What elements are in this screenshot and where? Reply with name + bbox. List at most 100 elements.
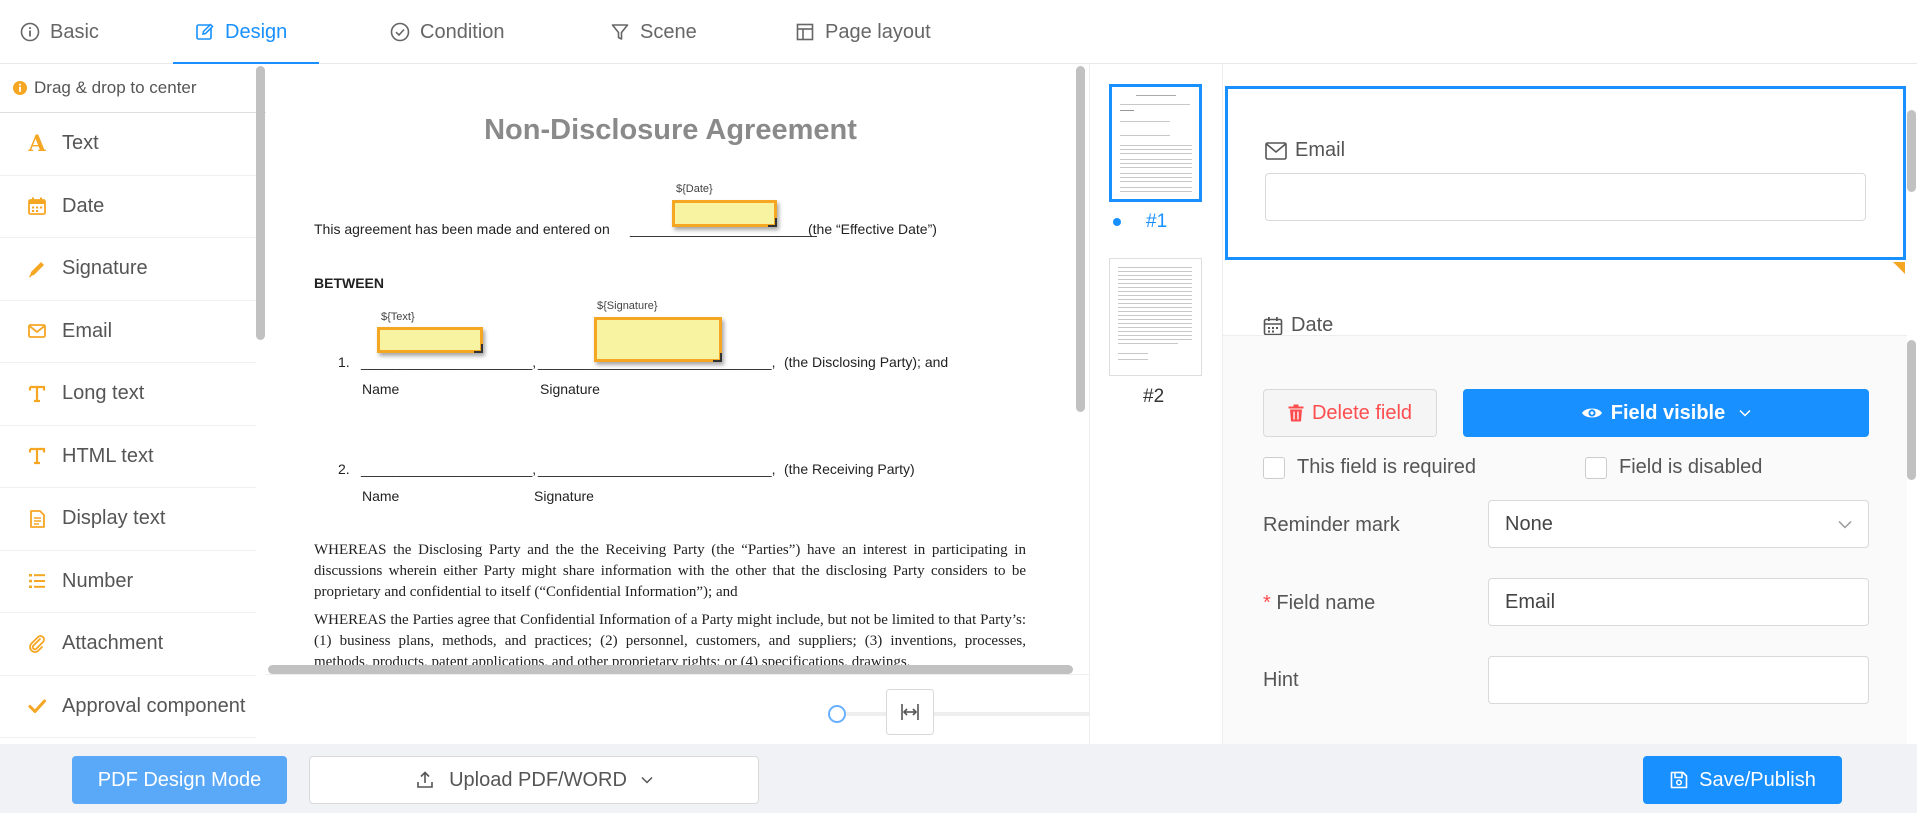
delete-field-label: Delete field [1311,401,1413,424]
palette-item-label: HTML text [62,444,154,467]
info-icon [20,22,40,42]
check-circle-icon [390,22,410,42]
zoom-slider-handle[interactable] [828,705,846,723]
tab-label: Basic [50,20,99,43]
calendar-icon [1263,316,1283,336]
required-asterisk: * [1263,592,1271,614]
form-preview: Email Date [1223,64,1907,336]
field-name-label-text: Field name [1276,592,1376,614]
thumbnail-page-1[interactable] [1109,84,1202,202]
pdf-page: Non-Disclosure Agreement ${Date} This ag… [266,64,1075,667]
line2-name-blank: ______________________, [361,461,537,477]
line1-name-label: Name [362,381,400,397]
signature-field-box[interactable] [594,317,722,362]
intro-effective-date: (the “Effective Date”) [808,221,937,237]
field-name-label: * Field name [1263,592,1375,615]
calendar-icon [26,195,48,217]
tab-condition[interactable]: Condition [390,0,505,64]
preview-email-input[interactable] [1265,173,1866,221]
document-icon [26,508,48,530]
eye-icon [1581,405,1603,421]
thumbnail-label-1: #1 [1146,211,1168,232]
disabled-checkbox-label: Field is disabled [1619,456,1763,478]
settings-scrollbar[interactable] [1907,340,1916,480]
tab-page-layout[interactable]: Page layout [795,0,931,64]
document-title: Non-Disclosure Agreement [484,114,857,146]
reminder-mark-label: Reminder mark [1263,514,1400,536]
palette-item-label: Signature [62,257,148,280]
field-visible-dropdown[interactable]: Field visible [1463,389,1869,437]
save-icon [1669,770,1689,790]
palette-item-label: Number [62,569,134,592]
document-vertical-scrollbar[interactable] [1076,66,1085,412]
palette-scrollbar[interactable] [256,66,265,340]
paperclip-icon [26,633,48,655]
component-palette: Drag & drop to center A Text Date Signatu… [0,64,266,744]
palette-item-label: Date [62,194,105,217]
trash-icon [1288,404,1304,422]
palette-item-long-text[interactable]: Long text [0,363,256,426]
thumbnail-page-2[interactable] [1109,258,1202,376]
line2-signature-label: Signature [534,488,594,504]
tab-label: Page layout [825,20,931,43]
field-name-input[interactable]: Email [1488,578,1869,626]
palette-item-number[interactable]: Number [0,551,256,613]
save-publish-button[interactable]: Save/Publish [1643,756,1842,804]
pdf-design-mode-button[interactable]: PDF Design Mode [72,756,287,804]
fit-width-button[interactable] [886,689,934,735]
preview-email-label-text: Email [1295,139,1346,161]
palette-item-display-text[interactable]: Display text [0,488,256,551]
thumbnail-label-2: #2 [1143,386,1165,407]
signature-field-tag: ${Signature} [597,300,658,312]
palette-item-email[interactable]: Email [0,301,256,363]
upload-label: Upload PDF/WORD [449,768,627,791]
chevron-down-icon [641,776,653,784]
line2-name-label: Name [362,488,400,504]
html-text-icon [26,445,48,467]
zoom-slider-track[interactable] [835,712,1120,716]
preview-scrollbar[interactable] [1907,110,1916,192]
corner-marker [1893,262,1905,274]
line1-signature-label: Signature [540,381,600,397]
edit-icon [195,22,215,42]
chevron-down-icon [1739,409,1751,417]
selected-email-field-card[interactable]: Email [1225,86,1906,260]
checkbox-box[interactable] [1263,456,1285,479]
palette-item-label: Text [62,132,99,155]
tab-basic[interactable]: Basic [20,0,99,64]
required-checkbox-label: This field is required [1297,456,1476,478]
delete-field-button[interactable]: Delete field [1263,389,1437,437]
disabled-checkbox[interactable]: Field is disabled [1585,456,1762,479]
palette-item-label: Attachment [62,632,164,655]
document-horizontal-scrollbar[interactable] [268,665,1073,674]
mail-icon [1265,141,1287,160]
pdf-design-mode-label: PDF Design Mode [97,768,262,791]
upload-pdf-word-button[interactable]: Upload PDF/WORD [309,756,759,804]
tab-design[interactable]: Design [173,0,319,65]
line2-number: 2. [338,461,350,477]
palette-item-label: Email [62,319,113,342]
drag-hint-text: Drag & drop to center [34,78,197,97]
line2-receiving-party: (the Receiving Party) [784,461,915,477]
date-field-box[interactable] [672,200,777,227]
between-heading: BETWEEN [314,275,384,291]
checkmark-icon [26,695,48,717]
tab-label: Design [225,20,288,43]
hint-input[interactable] [1488,656,1869,704]
text-field-box[interactable] [377,327,483,353]
palette-item-date[interactable]: Date [0,176,256,238]
tab-scene[interactable]: Scene [610,0,697,64]
reminder-mark-select[interactable]: None [1488,500,1869,548]
whereas-paragraph-1: WHEREAS the Disclosing Party and the the… [314,542,1026,600]
reminder-mark-value: None [1505,512,1553,535]
required-checkbox[interactable]: This field is required [1263,456,1476,479]
palette-item-attachment[interactable]: Attachment [0,613,256,676]
palette-item-signature[interactable]: Signature [0,238,256,301]
preview-date-label-text: Date [1291,314,1334,336]
palette-item-text[interactable]: A Text [0,113,256,176]
checkbox-box[interactable] [1585,456,1607,479]
palette-item-html-text[interactable]: HTML text [0,426,256,488]
whereas-paragraph-2: WHEREAS the Parties agree that Confident… [314,612,1026,667]
text-icon: A [28,130,46,157]
palette-item-approval-component[interactable]: Approval component [0,676,256,738]
